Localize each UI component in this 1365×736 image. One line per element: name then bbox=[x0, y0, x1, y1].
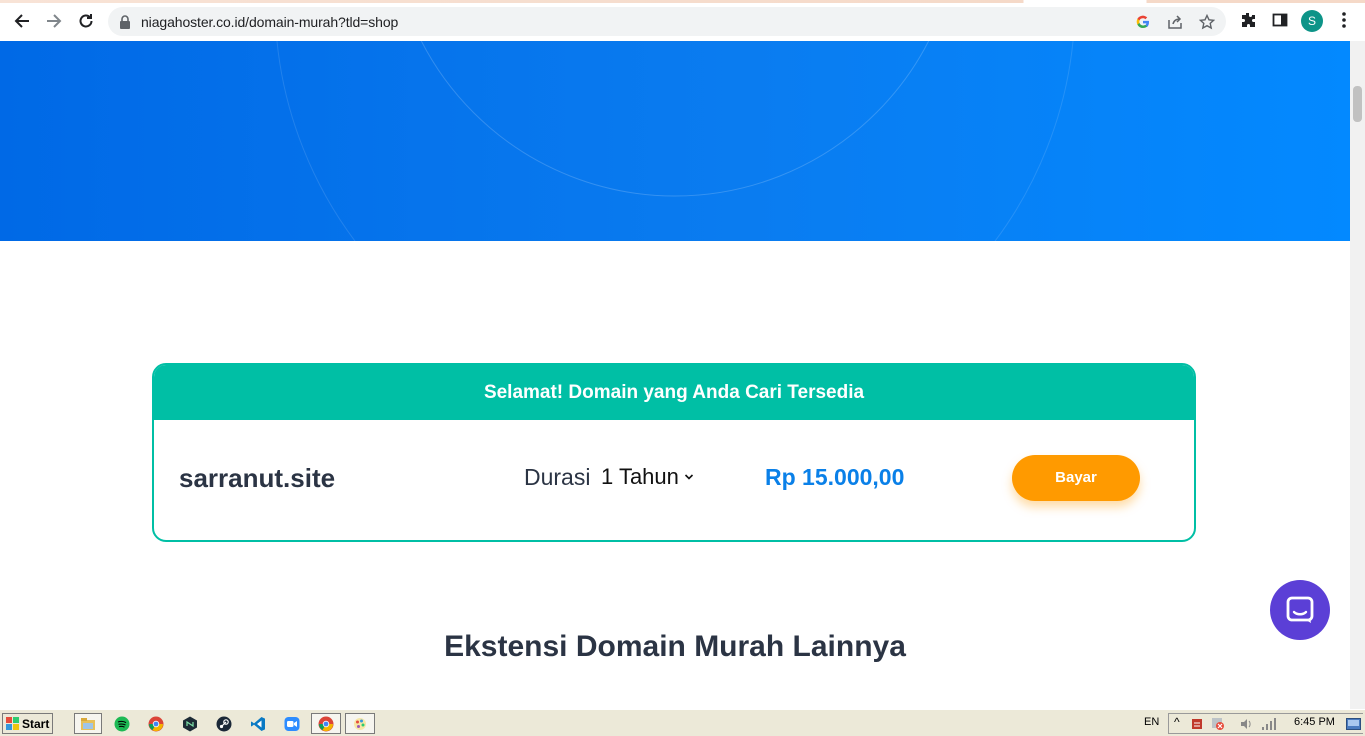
windows-logo-icon bbox=[6, 716, 19, 730]
avatar[interactable]: S bbox=[1301, 10, 1323, 32]
back-icon[interactable] bbox=[10, 9, 34, 33]
menu-icon[interactable] bbox=[1334, 10, 1354, 30]
reload-icon[interactable] bbox=[74, 9, 98, 33]
spotify-taskbar-icon[interactable] bbox=[108, 713, 136, 734]
section-title: Ekstensi Domain Murah Lainnya bbox=[444, 630, 906, 663]
show-desktop-icon[interactable] bbox=[1346, 718, 1361, 730]
tabstrip-edge bbox=[0, 0, 1365, 3]
duration-label: Durasi bbox=[524, 464, 591, 490]
browser-toolbar: niagahoster.co.id/domain-murah?tld=shop … bbox=[0, 0, 1365, 42]
duration-select[interactable]: 1 Tahun bbox=[601, 464, 694, 490]
security-tray-icon[interactable] bbox=[1191, 717, 1205, 731]
price: Rp 15.000,00 bbox=[765, 464, 905, 490]
hero-banner bbox=[0, 41, 1350, 241]
chrome-taskbar-icon[interactable] bbox=[142, 713, 170, 734]
google-icon[interactable] bbox=[1134, 13, 1152, 31]
chat-button[interactable] bbox=[1270, 580, 1330, 640]
sidepanel-icon[interactable] bbox=[1270, 10, 1290, 30]
star-icon[interactable] bbox=[1198, 13, 1216, 31]
taskbar: Start EN ^ 6:45 PM bbox=[0, 709, 1365, 736]
lock-icon[interactable] bbox=[116, 13, 134, 31]
forward-icon[interactable] bbox=[42, 9, 66, 33]
extensions-icon[interactable] bbox=[1238, 10, 1258, 30]
signal-icon[interactable] bbox=[1261, 717, 1277, 731]
nox-taskbar-icon[interactable] bbox=[176, 713, 204, 734]
start-button[interactable]: Start bbox=[2, 713, 53, 734]
network-error-tray-icon[interactable] bbox=[1211, 717, 1225, 731]
chat-icon[interactable] bbox=[1286, 596, 1314, 624]
paint-taskbar-icon[interactable] bbox=[345, 713, 375, 734]
steam-taskbar-icon[interactable] bbox=[210, 713, 238, 734]
address-bar[interactable]: niagahoster.co.id/domain-murah?tld=shop bbox=[108, 7, 1226, 36]
clock[interactable]: 6:45 PM bbox=[1294, 716, 1335, 728]
domain-name: sarranut.site bbox=[179, 463, 336, 493]
zoom-taskbar-icon[interactable] bbox=[278, 713, 306, 734]
file-explorer-taskbar-icon[interactable] bbox=[74, 713, 102, 734]
url-text[interactable]: niagahoster.co.id/domain-murah?tld=shop bbox=[141, 14, 398, 30]
card-header: Selamat! Domain yang Anda Cari Tersedia bbox=[154, 365, 1194, 420]
start-label[interactable]: Start bbox=[22, 717, 49, 731]
volume-icon[interactable] bbox=[1239, 717, 1253, 731]
domain-result-card: Selamat! Domain yang Anda Cari Tersedia … bbox=[152, 363, 1196, 542]
scroll-thumb[interactable] bbox=[1353, 86, 1362, 122]
pay-button[interactable]: Bayar bbox=[1012, 455, 1140, 501]
scrollbar[interactable] bbox=[1350, 41, 1365, 709]
vscode-taskbar-icon[interactable] bbox=[244, 713, 272, 734]
chevron-up-icon[interactable]: ^ bbox=[1174, 715, 1180, 729]
chrome-active-taskbar-icon[interactable] bbox=[311, 713, 341, 734]
duration-value[interactable]: 1 Tahun bbox=[601, 464, 679, 490]
page-viewport: Selamat! Domain yang Anda Cari Tersedia … bbox=[0, 41, 1350, 709]
share-icon[interactable] bbox=[1166, 13, 1184, 31]
chevron-down-icon[interactable] bbox=[684, 473, 694, 481]
hero-decoration bbox=[276, 41, 1074, 241]
language-indicator[interactable]: EN bbox=[1144, 716, 1159, 728]
